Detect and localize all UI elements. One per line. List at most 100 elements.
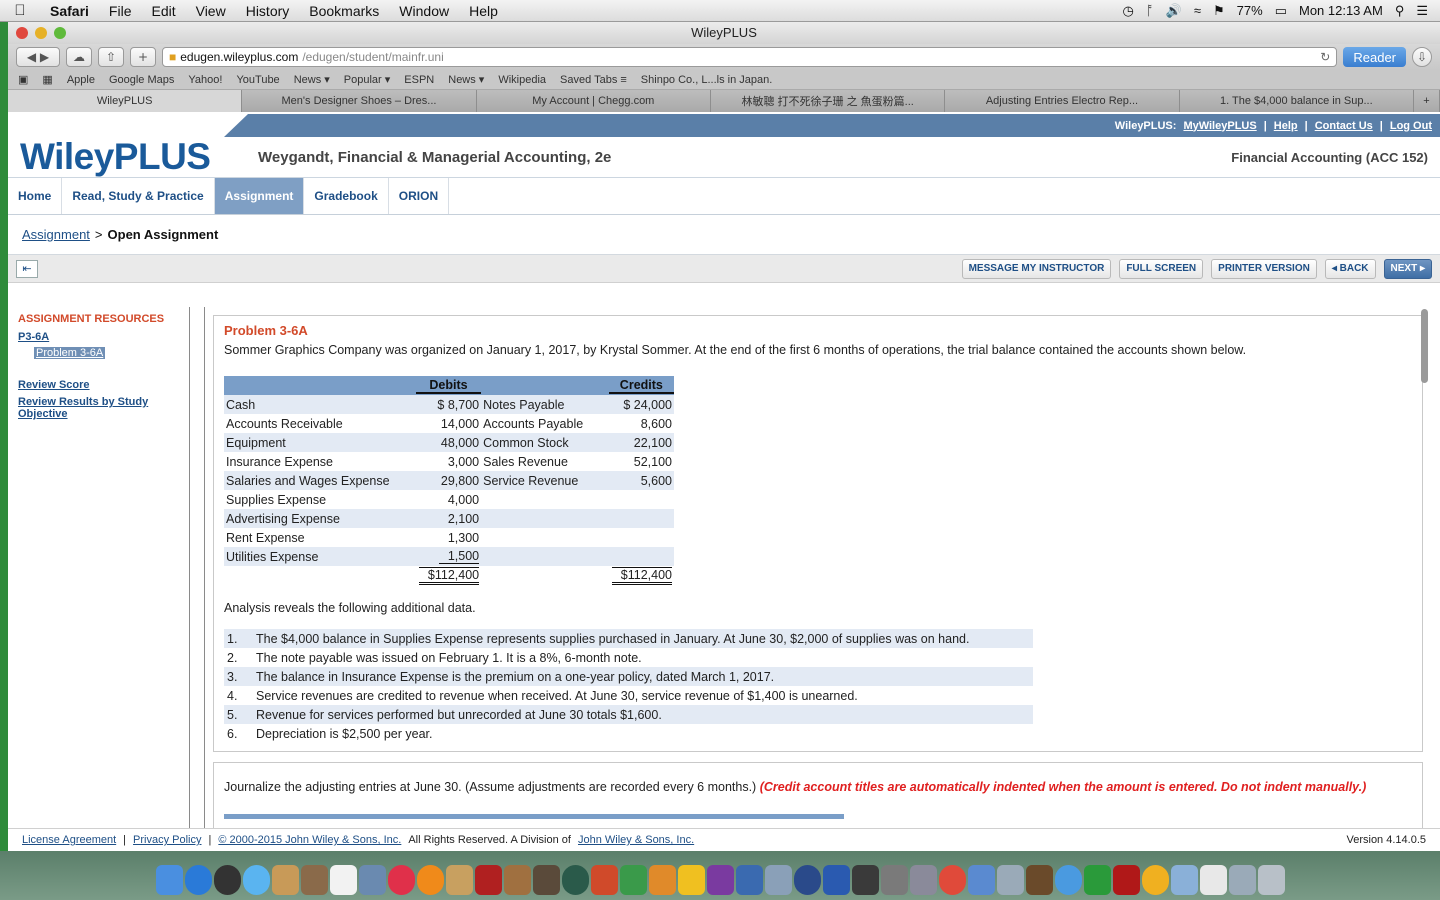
contacts-icon[interactable] [271,865,299,895]
chrome-dock-icon[interactable] [938,865,966,895]
tab-supplies-question[interactable]: 1. The $4,000 balance in Sup... [1179,90,1414,112]
tools-icon[interactable] [1025,865,1053,895]
content-scrollbar[interactable] [1421,309,1428,383]
battery-percent[interactable]: 77% [1237,3,1263,18]
bookmark-wikipedia[interactable]: Wikipedia [498,74,546,86]
bookmark-news[interactable]: News ▾ [294,73,330,86]
nav-assignment[interactable]: Assignment [214,178,305,214]
bookmark-apple[interactable]: Apple [67,74,95,86]
finder-icon[interactable] [155,865,183,895]
downloads-folder-icon[interactable] [1228,865,1256,895]
spotlight-icon[interactable]: ⚲ [1395,3,1405,19]
printer-icon[interactable] [880,865,908,895]
photos-icon[interactable] [300,865,328,895]
link-help[interactable]: Help [1274,120,1298,132]
camera-icon[interactable] [851,865,879,895]
sidebar-item-p3-6a[interactable]: P3-6A [18,331,179,343]
menu-view[interactable]: View [186,3,236,19]
image-icon[interactable] [503,865,531,895]
review-score-link[interactable]: Review Score [18,379,179,391]
time-machine-icon[interactable]: ◷ [1123,3,1134,19]
printer-version-button[interactable]: PRINTER VERSION [1211,258,1317,279]
itunes-icon[interactable] [387,865,415,895]
copyright-link[interactable]: © 2000-2015 John Wiley & Sons, Inc. [218,834,401,846]
close-window-icon[interactable] [16,27,28,39]
bookmark-espn[interactable]: ESPN [404,74,434,86]
menu-bookmarks[interactable]: Bookmarks [299,3,389,19]
collapse-sidebar-icon[interactable]: ⇤ [16,259,38,278]
top-sites-icon[interactable]: ▦ [42,73,52,86]
quicktime-icon[interactable] [793,865,821,895]
tab-wileyplus[interactable]: WileyPLUS [8,90,243,112]
outlook-icon[interactable] [677,865,705,895]
applications-folder-icon[interactable] [1170,865,1198,895]
review-results-link[interactable]: Review Results by Study Objective [18,396,179,420]
numbers-icon[interactable] [619,865,647,895]
menu-edit[interactable]: Edit [141,3,185,19]
utility-icon[interactable] [764,865,792,895]
menu-file[interactable]: File [99,3,142,19]
trash-icon[interactable] [1257,865,1285,895]
bookmark-shinpo[interactable]: Shinpo Co., L...ls in Japan. [641,74,772,86]
photo-booth-icon[interactable] [474,865,502,895]
next-button[interactable]: NEXT ▸ [1383,258,1432,279]
messages-icon[interactable] [242,865,270,895]
apple-menu-icon[interactable]:  [0,2,40,19]
chrome-icon[interactable] [1141,865,1169,895]
new-tab-icon[interactable]: + [130,47,156,67]
downloads-icon[interactable]: ⇩ [1412,47,1432,67]
tab-mens-shoes[interactable]: Men's Designer Shoes – Dres... [242,90,477,112]
menu-window[interactable]: Window [389,3,459,19]
icloud-tabs-icon[interactable]: ☁ [66,47,92,67]
menu-help[interactable]: Help [459,3,508,19]
presentation-icon[interactable] [648,865,676,895]
app-store-icon[interactable] [184,865,212,895]
question-icon[interactable] [996,865,1024,895]
bookmark-news-2[interactable]: News ▾ [448,73,484,86]
clock[interactable]: Mon 12:13 AM [1299,3,1383,18]
wileyplus-logo[interactable]: WileyPLUS [20,136,258,178]
acrobat-icon[interactable] [1112,865,1140,895]
share-icon[interactable]: ⇧ [98,47,124,67]
sidebar-subitem-problem[interactable]: Problem 3-6A [34,347,106,359]
network-icon[interactable] [735,865,763,895]
assignment-content[interactable]: Problem 3-6A Sommer Graphics Company was… [204,307,1430,828]
tab-chegg[interactable]: My Account | Chegg.com [476,90,711,112]
powerpoint-icon[interactable] [590,865,618,895]
excel-icon[interactable] [1083,865,1111,895]
documents-icon[interactable] [1199,865,1227,895]
nav-read-study-practice[interactable]: Read, Study & Practice [62,178,215,214]
link-contact-us[interactable]: Contact Us [1315,120,1373,132]
zoom-window-icon[interactable] [54,27,66,39]
nav-gradebook[interactable]: Gradebook [304,178,389,214]
menu-app-safari[interactable]: Safari [40,3,99,19]
volume-icon[interactable]: 🔊 [1166,3,1182,19]
bookmark-youtube[interactable]: YouTube [236,74,279,86]
reading-list-icon[interactable]: ▣ [18,73,28,86]
nav-home[interactable]: Home [8,178,63,214]
privacy-policy-link[interactable]: Privacy Policy [133,834,201,846]
address-bar[interactable]: ■ edugen.wileyplus.com/edugen/student/ma… [162,47,1338,67]
onenote-icon[interactable] [706,865,734,895]
flag-icon[interactable]: ⚑ [1213,3,1225,19]
company-link[interactable]: John Wiley & Sons, Inc. [578,834,694,846]
bookmark-saved-tabs[interactable]: Saved Tabs ≡ [560,74,627,86]
bookmark-popular[interactable]: Popular ▾ [344,73,391,86]
safari-dock-icon[interactable] [1054,865,1082,895]
menu-history[interactable]: History [236,3,300,19]
word-icon[interactable] [822,865,850,895]
notification-center-icon[interactable]: ☰ [1416,3,1428,19]
minimize-window-icon[interactable] [35,27,47,39]
guitar-icon[interactable] [532,865,560,895]
system-icon[interactable] [213,865,241,895]
reload-icon[interactable]: ↻ [1320,50,1330,64]
license-agreement-link[interactable]: License Agreement [22,834,116,846]
bluetooth-icon[interactable]: ᚩ [1146,3,1154,18]
ibooks-icon[interactable] [416,865,444,895]
back-forward-buttons[interactable]: ◀ ▶ [16,47,60,67]
add-tab-icon[interactable]: + [1413,90,1440,112]
bookmark-yahoo[interactable]: Yahoo! [188,74,222,86]
mail-icon[interactable] [967,865,995,895]
link-log-out[interactable]: Log Out [1390,120,1432,132]
preferences-icon[interactable] [909,865,937,895]
